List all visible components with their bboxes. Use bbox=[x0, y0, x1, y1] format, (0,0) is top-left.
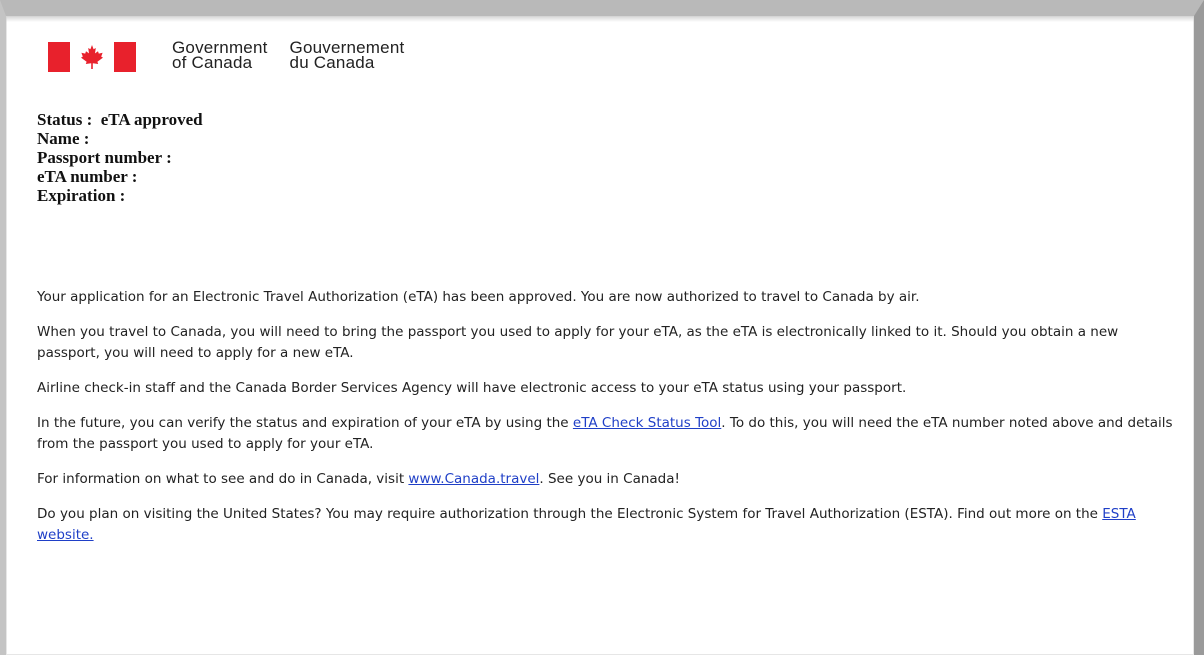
message-body: Your application for an Electronic Trave… bbox=[37, 287, 1177, 560]
passport-number-label: Passport number : bbox=[37, 148, 172, 167]
gov-en-line2: of Canada bbox=[172, 53, 253, 72]
eta-check-status-tool-link[interactable]: eTA Check Status Tool bbox=[573, 415, 721, 431]
government-of-canada-label: Government of Canada bbox=[172, 39, 268, 72]
approval-paragraph: Your application for an Electronic Trave… bbox=[37, 289, 920, 305]
name-label: Name : bbox=[37, 129, 90, 148]
check-status-text-before: In the future, you can verify the status… bbox=[37, 415, 573, 431]
eta-number-label: eTA number : bbox=[37, 167, 138, 186]
canada-travel-paragraph: For information on what to see and do in… bbox=[37, 469, 1177, 490]
esta-paragraph: Do you plan on visiting the United State… bbox=[37, 504, 1177, 546]
canada-travel-text-before: For information on what to see and do in… bbox=[37, 471, 409, 487]
canada-flag-logo bbox=[48, 42, 136, 72]
gov-fr-line2: du Canada bbox=[289, 53, 375, 72]
expiration-label: Expiration : bbox=[37, 186, 126, 205]
email-document: Government of Canada Gouvernement du Can… bbox=[0, 0, 1204, 655]
maple-leaf-icon bbox=[70, 42, 114, 72]
status-value: eTA approved bbox=[100, 110, 203, 129]
passport-link-paragraph: When you travel to Canada, you will need… bbox=[37, 324, 1119, 361]
canada-travel-text-after: . See you in Canada! bbox=[539, 471, 680, 487]
check-status-paragraph: In the future, you can verify the status… bbox=[37, 413, 1177, 455]
canada-travel-link[interactable]: www.Canada.travel bbox=[408, 471, 539, 487]
government-signature: Government of Canada Gouvernement du Can… bbox=[48, 39, 405, 80]
status-row: Status : eTA approved bbox=[37, 110, 203, 129]
status-label: Status : bbox=[37, 110, 93, 129]
gouvernement-du-canada-label: Gouvernement du Canada bbox=[289, 39, 405, 72]
status-details: Status : eTA approved Name : Passport nu… bbox=[37, 110, 203, 205]
flag-left-bar bbox=[48, 42, 70, 72]
border-access-paragraph: Airline check-in staff and the Canada Bo… bbox=[37, 380, 907, 396]
flag-right-bar bbox=[114, 42, 136, 72]
esta-text-before: Do you plan on visiting the United State… bbox=[37, 506, 1103, 522]
